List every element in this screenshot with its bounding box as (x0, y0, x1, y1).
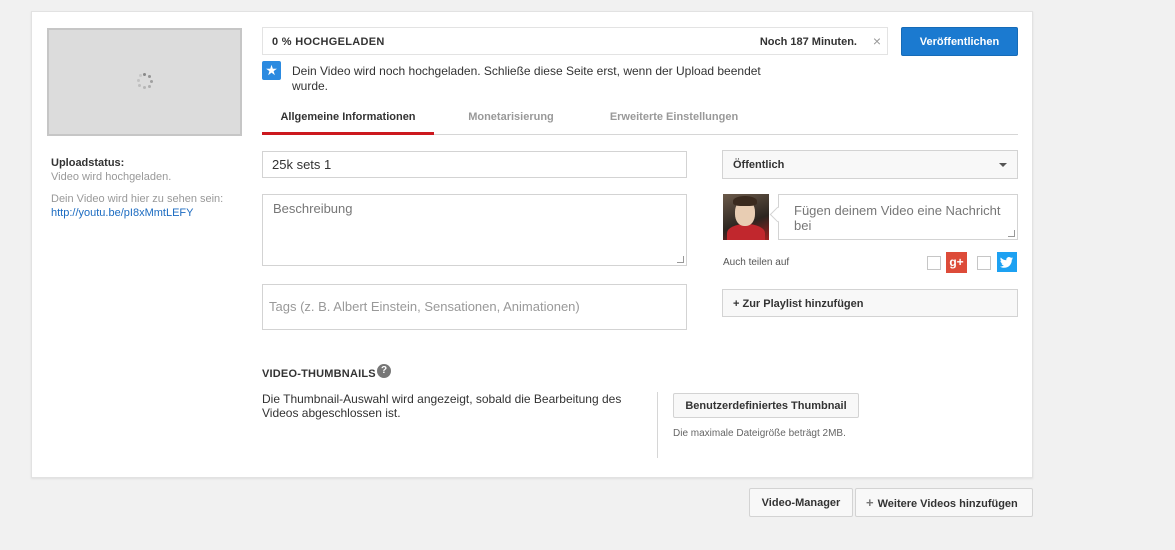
video-url-label: Dein Video wird hier zu sehen sein: (51, 193, 224, 205)
tab-general-info[interactable]: Allgemeine Informationen (262, 108, 434, 135)
upload-progress-bar: 0 % HOCHGELADEN Noch 187 Minuten. × (262, 27, 888, 55)
tab-advanced-settings[interactable]: Erweiterte Einstellungen (594, 108, 754, 135)
add-more-videos-button[interactable]: + Weitere Videos hinzufügen (855, 488, 1033, 517)
video-thumbnail-preview (47, 28, 242, 136)
twitter-share-checkbox[interactable] (977, 256, 991, 270)
privacy-select[interactable]: Öffentlich (722, 150, 1018, 179)
close-icon[interactable]: × (873, 33, 881, 49)
tags-input[interactable]: Tags (z. B. Albert Einstein, Sensationen… (262, 284, 687, 330)
star-icon: ★ (262, 61, 281, 80)
divider (657, 392, 658, 458)
custom-thumbnail-button[interactable]: Benutzerdefiniertes Thumbnail (673, 393, 859, 418)
video-url-link[interactable]: http://youtu.be/pI8xMmtLEFY (51, 207, 193, 219)
share-message-placeholder: Fügen deinem Video eine Nachricht bei (794, 203, 1001, 233)
thumbnails-title: VIDEO-THUMBNAILS (262, 368, 376, 380)
gplus-share-checkbox[interactable] (927, 256, 941, 270)
resize-handle-icon[interactable] (1008, 230, 1015, 237)
plus-icon: + (866, 495, 874, 510)
twitter-icon[interactable] (997, 252, 1017, 272)
tab-bar: Allgemeine Informationen Monetarisierung… (262, 108, 1018, 135)
share-label: Auch teilen auf (723, 257, 790, 268)
upload-notice-text: Dein Video wird noch hochgeladen. Schlie… (292, 64, 761, 93)
add-to-playlist-button[interactable]: + Zur Playlist hinzufügen (722, 289, 1018, 317)
privacy-value: Öffentlich (733, 159, 785, 171)
tab-monetization[interactable]: Monetarisierung (452, 108, 570, 135)
title-input[interactable]: 25k sets 1 (262, 151, 687, 178)
upload-progress-label: 0 % HOCHGELADEN (272, 36, 385, 48)
video-manager-button[interactable]: Video-Manager (749, 488, 853, 517)
upload-status-text: Video wird hochgeladen. (51, 171, 172, 183)
max-file-size-note: Die maximale Dateigröße beträgt 2MB. (673, 428, 846, 439)
thumbnails-description: Die Thumbnail-Auswahl wird angezeigt, so… (262, 392, 622, 420)
upload-time-remaining: Noch 187 Minuten. (759, 36, 857, 48)
gplus-icon[interactable]: g+ (946, 252, 967, 273)
upload-status-title: Uploadstatus: (51, 157, 125, 169)
resize-handle-icon[interactable] (677, 256, 684, 263)
description-placeholder: Beschreibung (273, 201, 353, 216)
upload-status-block: Uploadstatus: Video wird hochgeladen. De… (51, 156, 231, 220)
avatar (723, 194, 769, 240)
add-more-videos-label: Weitere Videos hinzufügen (877, 498, 1018, 510)
upload-card: Uploadstatus: Video wird hochgeladen. De… (31, 11, 1033, 478)
help-icon[interactable]: ? (377, 364, 391, 378)
share-message-input[interactable]: Fügen deinem Video eine Nachricht bei (778, 194, 1018, 240)
publish-button[interactable]: Veröffentlichen (901, 27, 1018, 56)
loading-spinner-icon (137, 73, 153, 89)
description-input[interactable]: Beschreibung (262, 194, 687, 266)
caret-down-icon (999, 163, 1007, 167)
